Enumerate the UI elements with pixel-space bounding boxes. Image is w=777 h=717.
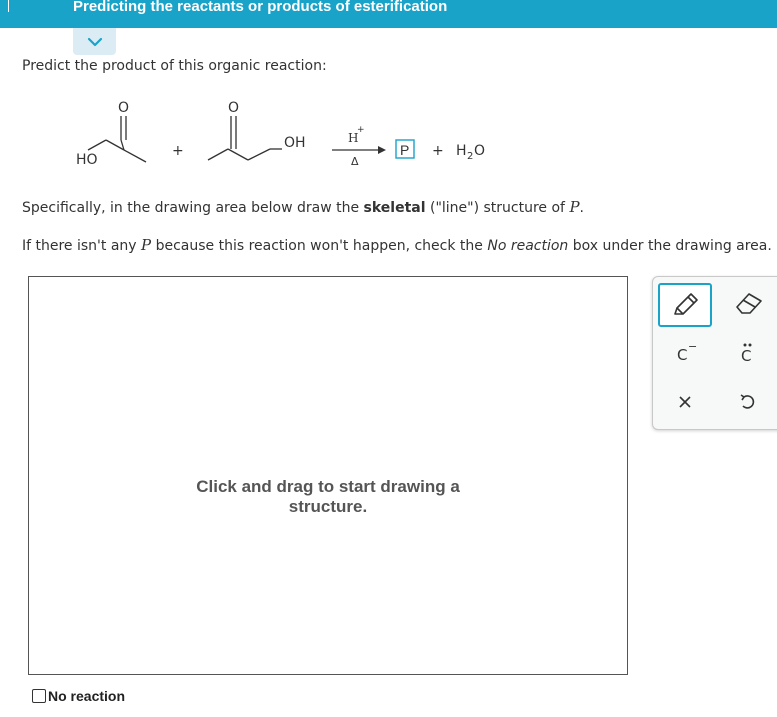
product-label: P <box>400 142 409 158</box>
carbanion-tool-button[interactable]: C − <box>667 337 703 367</box>
no-reaction-label: No reaction <box>48 688 126 704</box>
water-h: H <box>456 143 467 159</box>
undo-icon <box>740 394 755 409</box>
svg-text:C: C <box>677 346 687 364</box>
water-subscript: 2 <box>467 151 473 162</box>
reaction-equation: O HO + O OH H + Δ P + H 2 O <box>60 92 520 182</box>
svg-text:C: C <box>741 347 751 364</box>
undo-button[interactable] <box>732 387 762 417</box>
bond <box>207 148 229 161</box>
clear-button[interactable] <box>670 387 700 417</box>
no-reaction-option[interactable]: No reaction <box>32 688 125 704</box>
no-reaction-checkbox[interactable] <box>32 689 46 703</box>
ho-label: HO <box>76 152 98 168</box>
carbonyl-o-label: O <box>118 100 129 116</box>
bond <box>87 139 107 151</box>
page-title: Predicting the reactants or products of … <box>73 0 448 15</box>
bond <box>123 149 147 163</box>
collapse-button[interactable] <box>73 28 116 55</box>
drawing-canvas[interactable]: Click and drag to start drawing a struct… <box>28 276 628 675</box>
heat-label: Δ <box>351 155 359 168</box>
carbanion-icon: C − <box>677 340 697 364</box>
carbonyl-o-label: O <box>228 100 239 116</box>
header-divider <box>8 0 9 12</box>
chevron-down-icon <box>87 37 102 46</box>
eraser-icon <box>736 293 762 314</box>
water-o: O <box>474 143 485 159</box>
reaction-scheme: O HO + O OH H + Δ P + H 2 O <box>76 100 485 168</box>
plus-sign: + <box>172 143 184 159</box>
oh-label: OH <box>284 135 306 151</box>
close-icon <box>679 396 691 408</box>
plus-sign: + <box>432 143 444 159</box>
lone-pair-icon: C <box>741 343 752 364</box>
pencil-tool-button[interactable] <box>658 283 712 327</box>
instruction-line-2: If there isn't any P because this reacti… <box>22 236 772 254</box>
pencil-icon <box>674 293 698 315</box>
canvas-hint: Click and drag to start drawing a struct… <box>196 477 460 516</box>
question-prompt: Predict the product of this organic reac… <box>22 58 327 74</box>
instruction-line-1: Specifically, in the drawing area below … <box>22 198 584 216</box>
catalyst-charge: + <box>357 125 365 135</box>
eraser-tool-button[interactable] <box>727 285 771 321</box>
bond <box>227 148 249 161</box>
lone-pair-tool-button[interactable]: C <box>729 337 765 367</box>
header-bar: Predicting the reactants or products of … <box>0 0 777 28</box>
arrow-head <box>378 146 386 154</box>
svg-text:−: − <box>688 340 697 353</box>
drawing-toolbox: C − C <box>652 276 777 430</box>
bond <box>247 148 271 161</box>
